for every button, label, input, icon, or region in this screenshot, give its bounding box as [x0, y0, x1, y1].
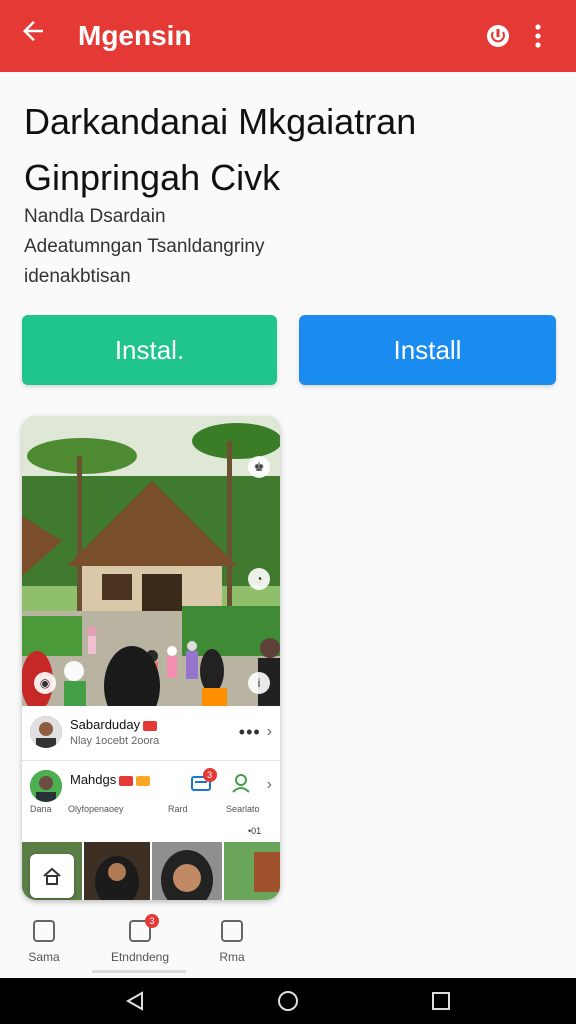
power-circle-icon[interactable] — [478, 16, 518, 56]
nav-item[interactable]: Rma — [192, 920, 272, 964]
home-circle-icon[interactable] — [277, 990, 299, 1012]
village-photo — [22, 416, 280, 706]
subtitle-line: idenakbtisan — [24, 266, 131, 287]
avatar — [30, 770, 62, 802]
app-preview-screenshot[interactable]: ♚ ◔ ◉ i Sabarduday Nlay 1ocebt 2oora •••… — [22, 416, 280, 900]
notification-badge: 3 — [145, 914, 159, 928]
page-subtitle: Nandla Dsardain Adeatumngan Tsanldangrin… — [24, 202, 265, 292]
more-horiz-icon[interactable]: ••• — [239, 722, 261, 743]
bottom-navigation: Sama 3 Etndndeng Rma — [0, 910, 576, 978]
circle-icon[interactable]: ◔ — [248, 568, 270, 590]
user-add-icon[interactable] — [221, 770, 261, 804]
nav-indicator — [92, 970, 186, 973]
badge-icon — [143, 720, 158, 731]
main-content: Darkandanai Mkgaiatran Ginpringah Civk N… — [0, 72, 576, 978]
app-bar: Mgensin — [0, 0, 576, 72]
more-vert-icon[interactable] — [518, 16, 558, 56]
install-button-blue[interactable]: Install — [299, 315, 556, 385]
item-label: Rard — [168, 804, 188, 814]
badge-icon — [136, 775, 151, 786]
card-icon[interactable]: 3 — [181, 768, 221, 804]
subtitle-line: Adeatumngan Tsanldangriny — [24, 236, 265, 257]
list-item-name: Mahdgs — [70, 772, 117, 787]
nav-label: Sama — [28, 950, 60, 964]
notification-badge: 3 — [202, 768, 217, 782]
list-item[interactable]: Mahdgs 3 › — [22, 768, 280, 824]
recents-square-icon[interactable] — [430, 990, 452, 1012]
nav-item[interactable]: Sama — [4, 920, 84, 964]
list-item[interactable]: Sabarduday Nlay 1ocebt 2oora ••• › — [22, 712, 280, 752]
arrow-left-icon[interactable] — [18, 16, 58, 56]
avatar — [30, 716, 62, 748]
item-label: Dana — [30, 804, 52, 814]
item-label: Searlato — [226, 804, 260, 814]
nav-label: Etndndeng — [110, 950, 170, 964]
crown-icon[interactable]: ♚ — [248, 456, 270, 478]
back-triangle-icon[interactable] — [124, 990, 146, 1012]
nav-label: Rma — [219, 950, 245, 964]
badge-icon — [119, 775, 134, 786]
info-icon[interactable]: i — [248, 672, 270, 694]
page-title: Darkandanai Mkgaiatran Ginpringah Civk — [24, 101, 417, 198]
subtitle-line: Nandla Dsardain — [24, 206, 166, 227]
capture-icon[interactable]: ◉ — [34, 672, 56, 694]
chevron-right-icon[interactable]: › — [267, 723, 272, 741]
book-icon: 3 — [129, 914, 159, 942]
chevron-right-icon[interactable]: › — [267, 776, 272, 794]
home-icon[interactable] — [30, 854, 74, 898]
list-item-sub: Nlay 1ocebt 2oora — [70, 735, 160, 747]
system-navigation-bar — [0, 978, 576, 1024]
square-target-icon — [221, 920, 243, 942]
status-text: •01 — [248, 826, 262, 836]
app-title: Mgensin — [78, 20, 192, 51]
item-label: Olyfopenaoey — [68, 804, 124, 814]
inbox-icon — [33, 920, 55, 942]
nav-item[interactable]: 3 Etndndeng — [100, 914, 180, 964]
list-item-name: Sabarduday — [70, 717, 141, 732]
install-button-green[interactable]: Instal. — [22, 315, 277, 385]
